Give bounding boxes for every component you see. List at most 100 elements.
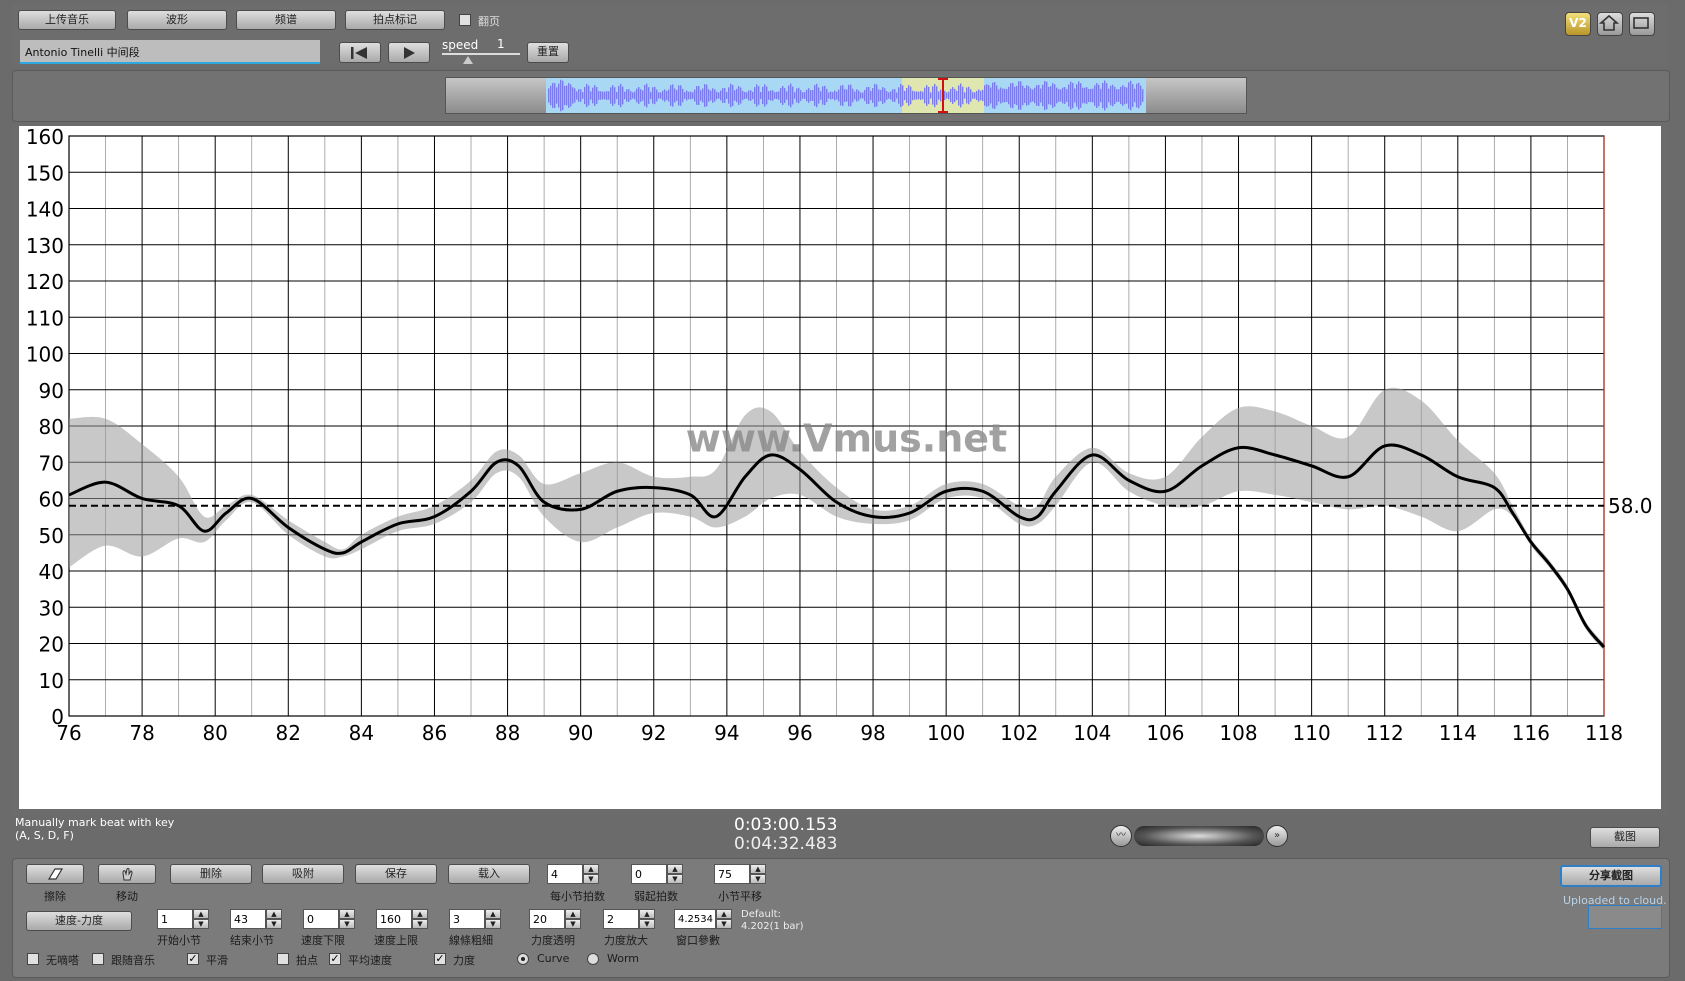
spectrum-button[interactable]: 频谱 — [236, 10, 336, 30]
end-bar-stepper[interactable]: 43 ▲ ▼ — [230, 909, 284, 929]
v2-icon[interactable]: V2 — [1565, 12, 1591, 36]
tempo-max-value[interactable]: 160 — [376, 909, 412, 929]
load-button[interactable]: 载入 — [448, 864, 530, 884]
bar-shift-down-icon[interactable]: ▼ — [750, 874, 766, 884]
bar-shift-stepper[interactable]: 75 ▲ ▼ — [714, 864, 768, 884]
dynamics-scale-down-icon[interactable]: ▼ — [639, 919, 655, 929]
window-param-value[interactable]: 4.2534 — [674, 909, 716, 929]
beat-mark-button[interactable]: 拍点标记 — [345, 10, 445, 30]
move-button[interactable] — [98, 864, 156, 884]
home-icon[interactable] — [1597, 12, 1623, 36]
tempo-dynamics-mode-button[interactable]: 速度-力度 — [26, 911, 132, 931]
tempo-max-label: 速度上限 — [374, 934, 418, 947]
line-width-stepper[interactable]: 3 ▲ ▼ — [449, 909, 503, 929]
save-button[interactable]: 保存 — [355, 864, 437, 884]
total-time: 0:04:32.483 — [734, 834, 838, 854]
beats-per-bar-down-icon[interactable]: ▼ — [583, 874, 599, 884]
start-bar-down-icon[interactable]: ▼ — [193, 919, 209, 929]
volume-track[interactable] — [1134, 826, 1264, 846]
waveform-button[interactable]: 波形 — [127, 10, 227, 30]
speed-reset-button[interactable]: 重置 — [527, 42, 569, 63]
line-width-value[interactable]: 3 — [449, 909, 485, 929]
follow-music-checkbox[interactable] — [92, 953, 104, 965]
line-width-down-icon[interactable]: ▼ — [485, 919, 501, 929]
screenshot-button[interactable]: 截图 — [1590, 827, 1660, 848]
dynamics-scale-up-icon[interactable]: ▲ — [639, 909, 655, 919]
snap-button[interactable]: 吸附 — [262, 864, 344, 884]
window-param-up-icon[interactable]: ▲ — [716, 909, 732, 919]
link-field[interactable] — [1588, 905, 1662, 929]
flip-page-checkbox[interactable] — [459, 14, 471, 26]
window-param-label: 窗口參數 — [676, 934, 720, 947]
worm-radio[interactable] — [587, 953, 599, 965]
x-tick-label: 98 — [860, 721, 885, 745]
beats-per-bar-value[interactable]: 4 — [547, 864, 583, 884]
y-tick-label: 90 — [39, 379, 64, 403]
waveform-overview[interactable] — [445, 77, 1247, 114]
beats-per-bar-up-icon[interactable]: ▲ — [583, 864, 599, 874]
y-tick-label: 50 — [39, 524, 64, 548]
pickup-beats-label: 弱起拍数 — [634, 890, 678, 903]
waveform-svg — [546, 78, 1146, 113]
fullscreen-icon[interactable] — [1629, 12, 1655, 36]
dynamics-checkbox[interactable]: ✓ — [434, 953, 446, 965]
upload-music-button[interactable]: 上传音乐 — [18, 10, 116, 30]
bar-shift-label: 小节平移 — [718, 890, 762, 903]
dynamics-alpha-value[interactable]: 20 — [529, 909, 565, 929]
dynamics-alpha-stepper[interactable]: 20 ▲ ▼ — [529, 909, 583, 929]
skip-to-start-button[interactable] — [339, 42, 381, 63]
end-bar-value[interactable]: 43 — [230, 909, 266, 929]
smooth-checkbox[interactable]: ✓ — [187, 953, 199, 965]
tempo-max-down-icon[interactable]: ▼ — [412, 919, 428, 929]
speed-slider[interactable] — [442, 52, 520, 64]
default-note-line-1: Default: — [741, 909, 781, 920]
volume-low-icon[interactable]: 〰 — [1110, 825, 1132, 847]
pickup-beats-value[interactable]: 0 — [631, 864, 667, 884]
line-width-up-icon[interactable]: ▲ — [485, 909, 501, 919]
track-name-text: Antonio Tinelli 中间段 — [25, 46, 140, 59]
end-bar-up-icon[interactable]: ▲ — [266, 909, 282, 919]
play-button[interactable] — [388, 42, 430, 63]
delete-button[interactable]: 删除 — [170, 864, 252, 884]
x-tick-label: 92 — [641, 721, 666, 745]
y-tick-label: 20 — [39, 633, 64, 657]
start-bar-stepper[interactable]: 1 ▲ ▼ — [157, 909, 211, 929]
volume-high-icon[interactable]: » — [1266, 825, 1288, 847]
dynamics-alpha-down-icon[interactable]: ▼ — [565, 919, 581, 929]
start-bar-up-icon[interactable]: ▲ — [193, 909, 209, 919]
tempo-min-label: 速度下限 — [301, 934, 345, 947]
volume-control[interactable]: 〰 » — [1110, 825, 1290, 847]
dynamics-alpha-up-icon[interactable]: ▲ — [565, 909, 581, 919]
tempo-min-value[interactable]: 0 — [303, 909, 339, 929]
tempo-max-up-icon[interactable]: ▲ — [412, 909, 428, 919]
share-screenshot-button[interactable]: 分享截图 — [1560, 865, 1662, 887]
dynamics-scale-stepper[interactable]: 2 ▲ ▼ — [603, 909, 657, 929]
pickup-beats-up-icon[interactable]: ▲ — [667, 864, 683, 874]
pickup-beats-stepper[interactable]: 0 ▲ ▼ — [631, 864, 685, 884]
x-tick-label: 82 — [276, 721, 301, 745]
window-param-stepper[interactable]: 4.2534 ▲ ▼ — [674, 909, 734, 929]
start-bar-value[interactable]: 1 — [157, 909, 193, 929]
bar-shift-value[interactable]: 75 — [714, 864, 750, 884]
tempo-min-down-icon[interactable]: ▼ — [339, 919, 355, 929]
no-tick-checkbox[interactable] — [27, 953, 39, 965]
x-tick-label: 104 — [1073, 721, 1111, 745]
beats-per-bar-stepper[interactable]: 4 ▲ ▼ — [547, 864, 601, 884]
window-param-down-icon[interactable]: ▼ — [716, 919, 732, 929]
pickup-beats-down-icon[interactable]: ▼ — [667, 874, 683, 884]
y-tick-label: 150 — [26, 161, 64, 185]
track-name-field[interactable]: Antonio Tinelli 中间段 — [20, 40, 320, 64]
average-tempo-checkbox[interactable]: ✓ — [329, 953, 341, 965]
end-bar-down-icon[interactable]: ▼ — [266, 919, 282, 929]
curve-radio[interactable] — [517, 953, 529, 965]
tempo-min-up-icon[interactable]: ▲ — [339, 909, 355, 919]
tempo-chart[interactable]: www.Vmus.net58.0010203040506070809010011… — [19, 126, 1661, 809]
beats-checkbox[interactable] — [277, 953, 289, 965]
erase-button[interactable] — [26, 864, 84, 884]
speed-slider-thumb[interactable] — [463, 56, 473, 64]
dynamics-scale-value[interactable]: 2 — [603, 909, 639, 929]
bar-shift-up-icon[interactable]: ▲ — [750, 864, 766, 874]
x-tick-label: 90 — [568, 721, 593, 745]
tempo-max-stepper[interactable]: 160 ▲ ▼ — [376, 909, 430, 929]
tempo-min-stepper[interactable]: 0 ▲ ▼ — [303, 909, 357, 929]
